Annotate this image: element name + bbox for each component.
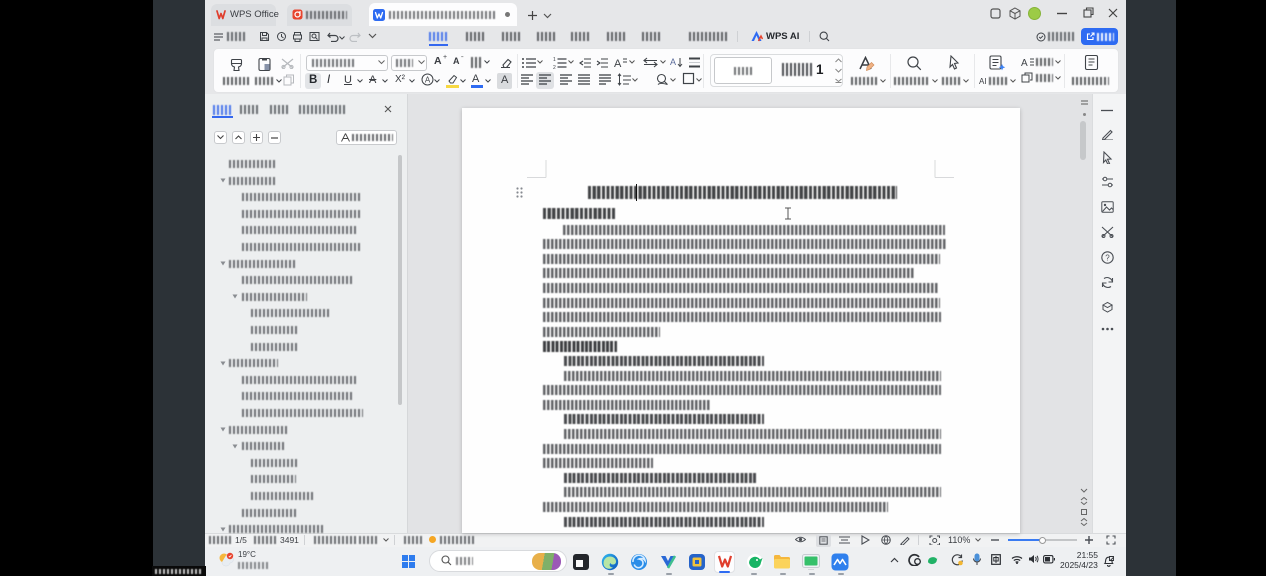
svg-text:A: A — [614, 58, 622, 69]
svg-text:?: ? — [1105, 253, 1110, 262]
svg-text:1: 1 — [553, 57, 556, 63]
svg-text:A: A — [425, 76, 431, 85]
svg-text:2: 2 — [553, 65, 556, 69]
svg-text:A: A — [1021, 58, 1028, 68]
svg-text:A: A — [670, 57, 676, 67]
